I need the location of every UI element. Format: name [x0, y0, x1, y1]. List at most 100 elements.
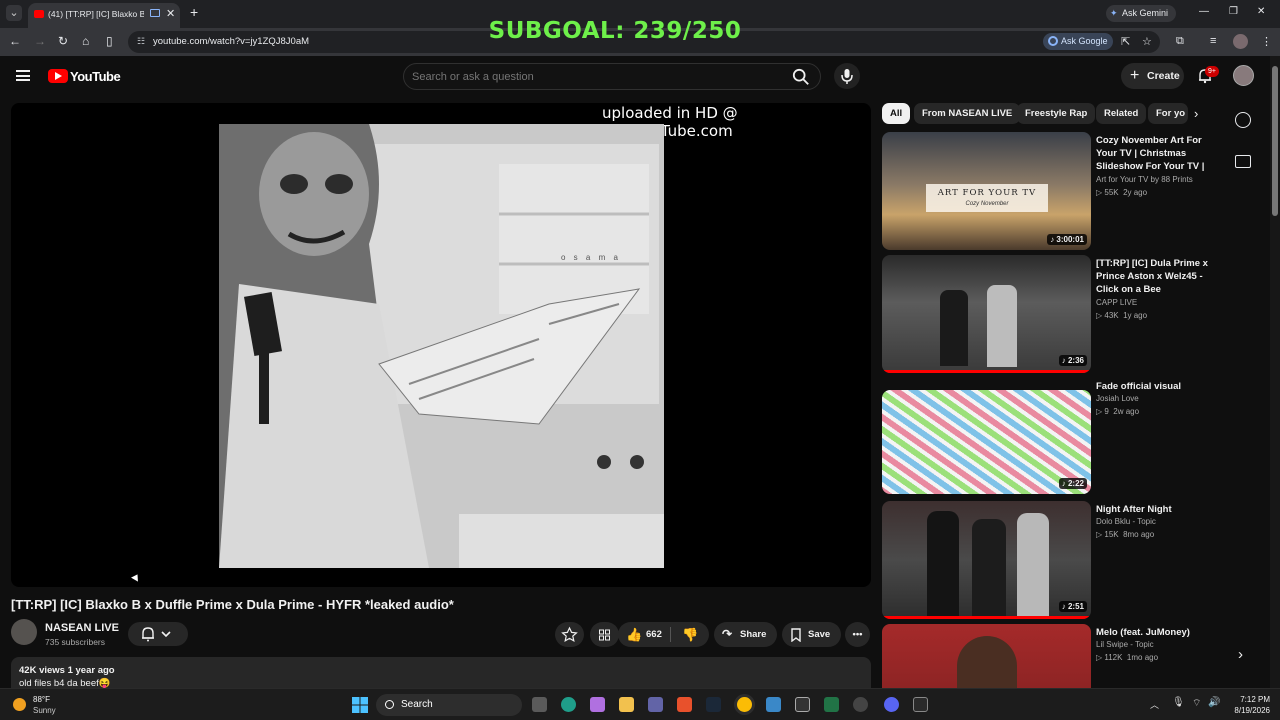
app-g-icon[interactable]	[795, 697, 810, 712]
scroll-right-chevron-icon[interactable]: ›	[1238, 646, 1243, 663]
dislike-thumb-icon[interactable]: 👎	[682, 622, 698, 647]
like-count[interactable]: 662	[646, 622, 662, 647]
recommendation-title[interactable]: Cozy November Art For Your TV | Christma…	[1096, 134, 1220, 174]
install-app-icon[interactable]: ⇱	[1121, 35, 1130, 48]
recommendation-title[interactable]: Melo (feat. JuMoney)	[1096, 626, 1220, 639]
star-outline-icon	[561, 626, 578, 642]
windows-start-icon[interactable]	[352, 697, 368, 713]
more-actions-button[interactable]: •••	[845, 622, 870, 647]
close-window-icon[interactable]: ✕	[1257, 6, 1265, 17]
back-arrow-icon[interactable]: ←	[9, 34, 21, 48]
recommendation-channel[interactable]: Josiah Love	[1096, 394, 1139, 403]
steam-icon[interactable]	[706, 697, 721, 712]
chips-next-chevron-icon[interactable]: ›	[1194, 106, 1198, 121]
bookmark-star-icon[interactable]: ☆	[1142, 35, 1152, 48]
file-explorer-icon[interactable]	[619, 697, 634, 712]
tab-groups-icon[interactable]: ≡	[1210, 35, 1216, 47]
channel-name[interactable]: NASEAN LIVE	[45, 622, 119, 634]
recommendation-title[interactable]: Fade official visual	[1096, 380, 1220, 393]
album-artwork: o s a m a	[219, 124, 664, 568]
chip-related[interactable]: Related	[1096, 103, 1147, 124]
remix-button[interactable]	[590, 622, 619, 647]
favorite-star-button[interactable]	[555, 622, 584, 647]
search-icon[interactable]	[792, 68, 810, 86]
taskbar-search-box[interactable]: Search	[376, 694, 522, 716]
split-view-icon[interactable]: ▯	[106, 34, 113, 48]
video-thumbnail[interactable]	[882, 624, 1091, 688]
network-tray-icon[interactable]: ⌔	[1192, 697, 1201, 710]
minimize-window-icon[interactable]: —	[1199, 6, 1209, 17]
video-thumbnail[interactable]: ♪ 2:51	[882, 501, 1091, 619]
video-thumbnail[interactable]: ♪ 2:22	[882, 390, 1091, 494]
video-thumbnail[interactable]: ♪ 2:36	[882, 255, 1091, 373]
close-tab-icon[interactable]: ✕	[166, 7, 175, 20]
epic-games-icon[interactable]	[913, 697, 928, 712]
video-player[interactable]: uploaded in HD @ TunesToTube.com o s a m…	[11, 103, 871, 587]
excel-icon[interactable]	[824, 697, 839, 712]
chip-from-channel[interactable]: From NASEAN LIVE	[914, 103, 1021, 124]
teams-icon[interactable]	[648, 697, 663, 712]
recommendation-card[interactable]: ♪ 2:51 Night After Night Dolo Bklu - Top…	[882, 501, 1222, 619]
chip-freestyle-rap[interactable]: Freestyle Rap	[1017, 103, 1096, 124]
copilot-icon[interactable]	[590, 697, 605, 712]
extensions-puzzle-icon[interactable]: ⧉	[1176, 35, 1184, 48]
volume-tray-icon[interactable]: 🔊	[1208, 697, 1220, 708]
tray-overflow-chevron-icon[interactable]: ︿	[1150, 698, 1159, 711]
photos-icon[interactable]	[766, 697, 781, 712]
site-info-icon[interactable]: ☷	[137, 36, 145, 47]
brave-browser-icon[interactable]	[677, 697, 692, 712]
save-button[interactable]: Save	[782, 622, 841, 647]
recommendation-channel[interactable]: Art for Your TV by 88 Prints	[1096, 175, 1193, 184]
recommendation-title[interactable]: [TT:RP] [IC] Dula Prime x Prince Aston x…	[1096, 257, 1220, 296]
recommendation-channel[interactable]: Lil Swipe - Topic	[1096, 640, 1154, 649]
account-avatar[interactable]	[1233, 65, 1254, 86]
microphone-tray-icon[interactable]: 🎙	[1172, 697, 1185, 708]
recommendation-card[interactable]: ART FOR YOUR TV Cozy November ♪ 3:00:01 …	[882, 132, 1222, 250]
ask-gemini-button[interactable]: ✦ Ask Gemini	[1106, 5, 1176, 22]
restore-window-icon[interactable]: ❐	[1229, 6, 1238, 17]
scrollbar-thumb[interactable]	[1272, 66, 1278, 216]
ask-google-button[interactable]: Ask Google	[1043, 33, 1113, 50]
tab-search-chevron-icon[interactable]: ⌄	[6, 5, 22, 21]
taskbar-clock[interactable]: 7:12 PM 8/19/2026	[1225, 694, 1270, 716]
discord-icon[interactable]	[884, 697, 899, 712]
like-thumb-icon[interactable]: 👍	[626, 622, 642, 647]
chip-for-you[interactable]: For yo	[1148, 103, 1188, 124]
sun-weather-icon[interactable]	[13, 698, 26, 711]
mouse-cursor-icon	[131, 572, 141, 582]
voice-search-button[interactable]	[834, 63, 860, 89]
windows-taskbar: 88°F Sunny Search ︿ 🎙 ⌔ 🔊 7:12 PM 8/19/2…	[0, 688, 1280, 720]
page-scrollbar[interactable]	[1270, 56, 1280, 688]
home-icon[interactable]: ⌂	[82, 34, 89, 48]
url-text: youtube.com/watch?v=jy1ZQJ8J0aM	[153, 36, 310, 47]
new-tab-button[interactable]: +	[190, 4, 198, 20]
create-button[interactable]: + Create	[1121, 63, 1184, 89]
video-thumbnail[interactable]: ART FOR YOUR TV Cozy November ♪ 3:00:01	[882, 132, 1091, 250]
profile-avatar[interactable]	[1233, 34, 1248, 49]
chat-comment-icon[interactable]	[1235, 155, 1251, 168]
recommendation-channel[interactable]: CAPP LIVE	[1096, 298, 1137, 307]
recommendation-card[interactable]: Melo (feat. JuMoney) Lil Swipe - Topic ▷…	[882, 624, 1222, 688]
browser-tab-active[interactable]: (41) [TT:RP] [IC] Blaxko B x D ✕	[28, 3, 180, 28]
recommendation-title[interactable]: Night After Night	[1096, 503, 1220, 516]
subscribed-notifications-button[interactable]	[128, 622, 188, 646]
chrome-menu-icon[interactable]: ⋮	[1261, 35, 1272, 48]
settings-gear-icon[interactable]	[853, 697, 868, 712]
notification-count-badge: 9+	[1205, 66, 1219, 77]
channel-avatar[interactable]	[11, 619, 37, 645]
reload-icon[interactable]: ↻	[58, 34, 68, 48]
edge-browser-icon[interactable]	[561, 697, 576, 712]
chip-all[interactable]: All	[882, 103, 911, 124]
share-button[interactable]: ↷ Share	[714, 622, 777, 647]
recommendation-card[interactable]: ♪ 2:22 Fade official visual Josiah Love …	[882, 378, 1222, 494]
recommendation-card[interactable]: ♪ 2:36 [TT:RP] [IC] Dula Prime x Prince …	[882, 255, 1222, 373]
recommendation-channel[interactable]: Dolo Bklu - Topic	[1096, 517, 1156, 526]
forward-arrow-icon[interactable]: →	[34, 34, 46, 48]
search-input[interactable]	[412, 69, 782, 85]
info-circle-icon[interactable]	[1235, 112, 1251, 128]
task-view-icon[interactable]	[532, 697, 547, 712]
chrome-browser-icon[interactable]	[737, 697, 752, 712]
youtube-logo-icon[interactable]	[48, 69, 68, 83]
guide-menu-icon[interactable]	[16, 70, 30, 81]
youtube-logo-text[interactable]: YouTube	[70, 69, 121, 84]
